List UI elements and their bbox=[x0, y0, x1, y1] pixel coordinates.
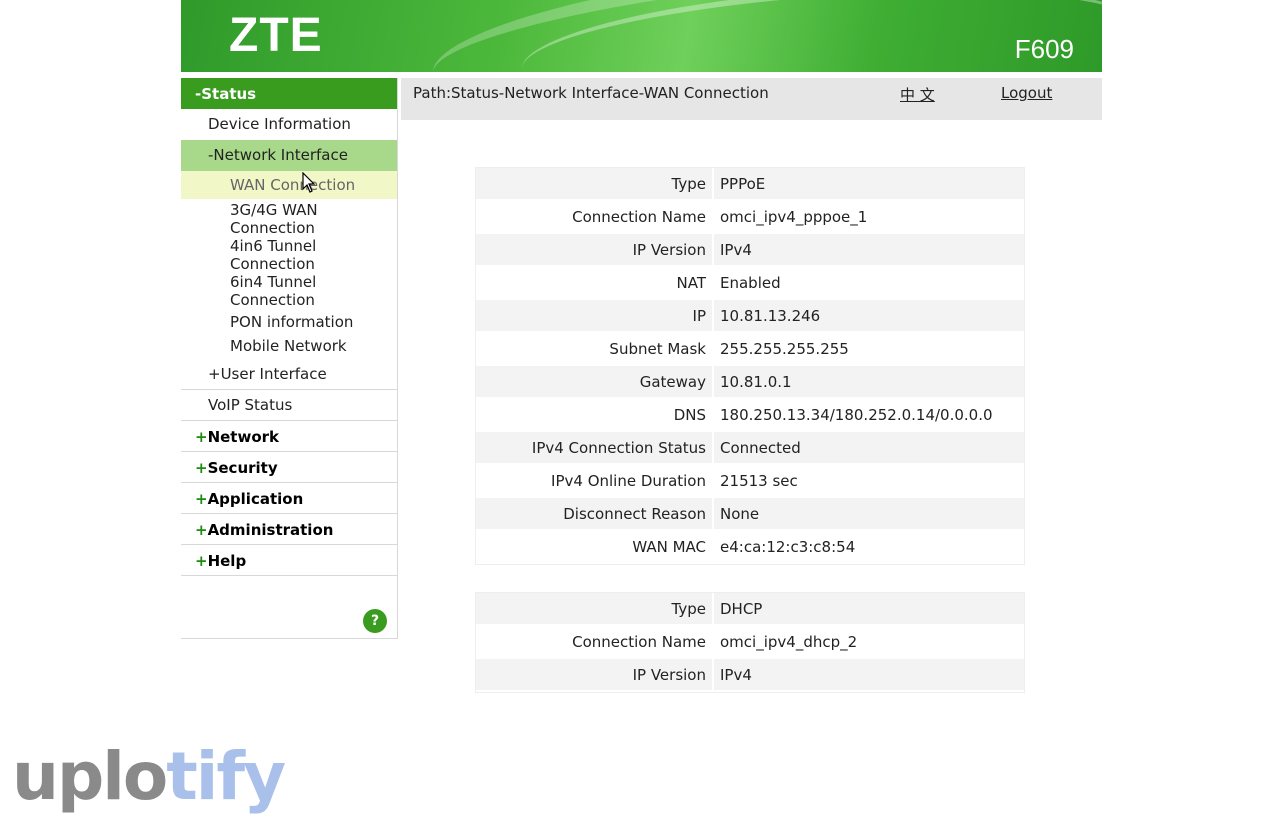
language-link[interactable]: 中 文 bbox=[900, 84, 935, 105]
table-row: Gateway 10.81.0.1 bbox=[476, 365, 1024, 399]
field-label: Type bbox=[476, 593, 714, 626]
nav-network-label: Network bbox=[207, 428, 280, 446]
field-label: Subnet Mask bbox=[476, 332, 714, 366]
model-name: F609 bbox=[1014, 34, 1074, 64]
field-label: NAT bbox=[476, 266, 714, 300]
table-row: Subnet Mask 255.255.255.255 bbox=[476, 332, 1024, 366]
nav-device-information[interactable]: Device Information bbox=[181, 109, 397, 140]
expand-plus-icon: + bbox=[195, 428, 208, 446]
field-label: IP bbox=[476, 299, 714, 333]
nav-6in4-tunnel[interactable]: 6in4 Tunnel Connection bbox=[181, 273, 340, 309]
field-label: Connection Name bbox=[476, 625, 714, 659]
field-label: IP Version bbox=[476, 233, 714, 267]
table-row: IP Version IPv4 bbox=[476, 233, 1024, 267]
nav-user-interface[interactable]: +User Interface bbox=[181, 359, 397, 390]
table-row: Connection Name omci_ipv4_pppoe_1 bbox=[476, 200, 1024, 234]
field-label: Type bbox=[476, 168, 714, 201]
field-value: 10.81.13.246 bbox=[713, 299, 1024, 333]
field-value: 21513 sec bbox=[713, 464, 1024, 498]
field-label: Disconnect Reason bbox=[476, 497, 714, 531]
field-value: 180.250.13.34/180.252.0.14/0.0.0.0 bbox=[713, 398, 1024, 432]
field-value: 10.81.0.1 bbox=[713, 365, 1024, 399]
table-row: IPv4 Online Duration 21513 sec bbox=[476, 464, 1024, 498]
table-row: NAT Enabled bbox=[476, 266, 1024, 300]
table-row: IP Version IPv4 bbox=[476, 658, 1024, 692]
field-value: PPPoE bbox=[713, 168, 1024, 201]
nav-help[interactable]: +Help bbox=[181, 545, 397, 576]
field-label: IP Version bbox=[476, 658, 714, 692]
field-value: IPv4 bbox=[713, 658, 1024, 692]
field-value: Connected bbox=[713, 431, 1024, 465]
nav-mobile-network[interactable]: Mobile Network bbox=[181, 334, 397, 359]
field-label: WAN MAC bbox=[476, 530, 714, 564]
table-row: Disconnect Reason None bbox=[476, 497, 1024, 531]
expand-plus-icon: + bbox=[195, 490, 208, 508]
mouse-cursor-icon bbox=[302, 172, 316, 193]
sidebar: -Status Device Information -Network Inte… bbox=[181, 78, 398, 639]
nav-application[interactable]: +Application bbox=[181, 483, 397, 514]
table-row: IP 10.81.13.246 bbox=[476, 299, 1024, 333]
expand-plus-icon: + bbox=[195, 521, 208, 539]
field-value: 255.255.255.255 bbox=[713, 332, 1024, 366]
nav-status[interactable]: -Status bbox=[181, 78, 397, 109]
nav-network[interactable]: +Network bbox=[181, 421, 397, 452]
field-value: omci_ipv4_dhcp_2 bbox=[713, 625, 1024, 659]
field-label: IPv4 Online Duration bbox=[476, 464, 714, 498]
expand-plus-icon: + bbox=[195, 552, 208, 570]
nav-3g4g-wan-connection[interactable]: 3G/4G WAN Connection bbox=[181, 199, 340, 237]
field-label: DNS bbox=[476, 398, 714, 432]
watermark-part1: uplo bbox=[12, 738, 168, 815]
path-bar: Path:Status-Network Interface-WAN Connec… bbox=[401, 78, 1102, 120]
field-value: IPv4 bbox=[713, 233, 1024, 267]
table-row: IPv4 Connection Status Connected bbox=[476, 431, 1024, 465]
nav-pon-information[interactable]: PON information bbox=[181, 309, 397, 334]
help-icon[interactable]: ? bbox=[363, 609, 387, 633]
watermark-part2: tify bbox=[166, 738, 286, 815]
table-row: DNS 180.250.13.34/180.252.0.14/0.0.0.0 bbox=[476, 398, 1024, 432]
field-label: Connection Name bbox=[476, 200, 714, 234]
nav-administration-label: Administration bbox=[207, 521, 334, 539]
table-row: Type PPPoE bbox=[476, 168, 1024, 201]
table-row: WAN MAC e4:ca:12:c3:c8:54 bbox=[476, 530, 1024, 564]
nav-security-label: Security bbox=[207, 459, 278, 477]
field-label: IPv4 Connection Status bbox=[476, 431, 714, 465]
nav-help-label: Help bbox=[207, 552, 247, 570]
wan-connection-table-1: Type PPPoE Connection Name omci_ipv4_pppoe_… bbox=[475, 167, 1025, 565]
header-banner: ZTE F609 bbox=[181, 0, 1102, 72]
brand-logo: ZTE bbox=[229, 9, 323, 62]
nav-voip-status[interactable]: VoIP Status bbox=[181, 390, 397, 421]
field-label: Gateway bbox=[476, 365, 714, 399]
nav-security[interactable]: +Security bbox=[181, 452, 397, 483]
breadcrumb: Path:Status-Network Interface-WAN Connec… bbox=[413, 84, 769, 102]
logout-link[interactable]: Logout bbox=[1001, 84, 1052, 102]
nav-wan-connection[interactable]: WAN Connection bbox=[181, 171, 397, 199]
wan-connection-table-2: Type DHCP Connection Name omci_ipv4_dhcp_2 I… bbox=[475, 592, 1025, 693]
nav-administration[interactable]: +Administration bbox=[181, 514, 397, 545]
field-value: omci_ipv4_pppoe_1 bbox=[713, 200, 1024, 234]
expand-plus-icon: + bbox=[195, 459, 208, 477]
watermark-logo: uplotify bbox=[12, 738, 286, 815]
table-row: Type DHCP bbox=[476, 593, 1024, 626]
field-value: Enabled bbox=[713, 266, 1024, 300]
nav-network-interface[interactable]: -Network Interface bbox=[181, 140, 397, 171]
nav-application-label: Application bbox=[207, 490, 304, 508]
nav-4in6-tunnel[interactable]: 4in6 Tunnel Connection bbox=[181, 237, 340, 273]
field-value: None bbox=[713, 497, 1024, 531]
field-value: e4:ca:12:c3:c8:54 bbox=[713, 530, 1024, 564]
field-value: DHCP bbox=[713, 593, 1024, 626]
table-row: Connection Name omci_ipv4_dhcp_2 bbox=[476, 625, 1024, 659]
